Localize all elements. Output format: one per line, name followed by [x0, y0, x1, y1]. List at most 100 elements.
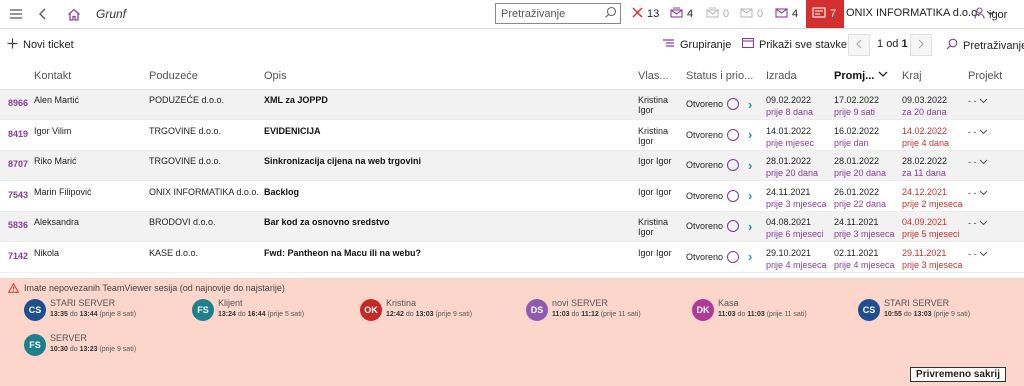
status-cell: Otvoreno ›	[686, 159, 752, 172]
modified-date-value: 02.11.2021	[834, 247, 879, 258]
table-row[interactable]: 8966 Alen Martić PODUZEĆE d.o.o. XML za …	[0, 90, 1024, 120]
previous-page-button[interactable]	[848, 34, 870, 56]
next-page-button[interactable]	[910, 34, 932, 56]
teamviewer-session[interactable]: DK Kasa 11:03 do 11:03 (prije 11 sati)	[692, 298, 807, 321]
counter-mail[interactable]: 0	[740, 0, 763, 28]
home-icon[interactable]	[66, 0, 82, 28]
ticket-description[interactable]: XML za JOPPD	[264, 95, 328, 105]
counter-mail-open-empty[interactable]: 0	[706, 0, 729, 28]
company-selector[interactable]: ONIX INFORMATIKA d.o.o.	[846, 7, 995, 19]
contact-name: Igor Vilim	[34, 125, 72, 136]
column-poduzece[interactable]: Poduzeće	[149, 70, 198, 82]
ticket-id[interactable]: 8966	[8, 98, 28, 108]
created-date: 28.01.2022 prije 20 dana	[766, 155, 818, 179]
priority-circle-icon[interactable]	[727, 98, 740, 110]
project-selector[interactable]: - -	[968, 127, 988, 137]
global-search[interactable]	[495, 3, 621, 24]
status-cell: Otvoreno ›	[686, 98, 752, 111]
counter-mail-unread[interactable]: 4	[775, 0, 798, 28]
priority-circle-icon[interactable]	[727, 250, 740, 263]
session-from: 11:03	[718, 311, 736, 318]
table-row[interactable]: 7142 Nikola KASE d.o.o. Fwd: Pantheon na…	[0, 243, 1024, 273]
page-current: 1	[877, 38, 884, 50]
back-arrow-icon[interactable]	[36, 0, 50, 28]
modified-date: 16.02.2022 prije dan	[834, 125, 879, 149]
chevron-down-icon	[979, 96, 988, 106]
priority-circle-icon[interactable]	[727, 128, 740, 141]
avatar: FS	[24, 334, 46, 356]
counter-mail-open[interactable]: 4	[670, 0, 693, 28]
project-selector[interactable]: - -	[968, 188, 988, 198]
counter-closed[interactable]: 13	[632, 0, 659, 28]
banner-title: Imate nepovezanih TeamViewer sesija (od …	[24, 283, 285, 293]
global-search-input[interactable]	[496, 4, 600, 23]
column-kraj[interactable]: Kraj	[902, 70, 922, 82]
ticket-id[interactable]: 8707	[8, 159, 28, 169]
hide-temporarily-button[interactable]: Privremeno sakrij	[910, 367, 1006, 382]
teamviewer-session[interactable]: CS STARI SERVER 13:35 do 13:44 (prije 8 …	[24, 298, 136, 321]
column-vlasnik[interactable]: Vlas...	[638, 70, 669, 82]
counter-alert[interactable]: 7	[806, 0, 845, 28]
column-izrada[interactable]: Izrada	[766, 70, 797, 82]
ticket-id[interactable]: 5836	[8, 220, 28, 230]
teamviewer-session[interactable]: DS novi SERVER 11:03 do 11:12 (prije 11 …	[526, 298, 641, 321]
teamviewer-session[interactable]: OK Kristina 12:42 do 13:03 (prije 9 sati…	[360, 298, 472, 321]
created-date-relative: prije 8 dana	[766, 107, 814, 117]
column-opis[interactable]: Opis	[264, 70, 287, 82]
teamviewer-session[interactable]: FS SERVER 10:30 do 13:23 (prije 9 sati)	[24, 333, 136, 356]
chevron-right-icon[interactable]: ›	[748, 98, 752, 111]
session-ago: (prije 9 sati)	[435, 311, 473, 318]
table-row[interactable]: 7543 Marin Filipović ONIX INFORMATIKA d.…	[0, 182, 1024, 212]
show-all-button[interactable]: Prikaži sve stavke	[741, 37, 847, 51]
ticket-description[interactable]: Backlog	[264, 187, 299, 197]
created-date: 09.02.2022 prije 8 dana	[766, 94, 813, 118]
table-row[interactable]: 8707 Riko Marić TRGOVINE d.o.o. Sinkroni…	[0, 151, 1024, 181]
session-to: 16:44	[247, 311, 266, 318]
sort-chevron-down-icon[interactable]	[878, 69, 888, 81]
project-selector[interactable]: - -	[968, 249, 988, 259]
group-icon	[662, 38, 675, 51]
session-ago: (prije 8 sati)	[99, 311, 137, 318]
column-promjena[interactable]: Promj...	[834, 70, 874, 82]
chevron-right-icon[interactable]: ›	[748, 189, 752, 202]
session-time: 13:35 do 13:44 (prije 8 sati)	[50, 309, 136, 320]
hamburger-menu-icon[interactable]	[6, 0, 26, 28]
priority-circle-icon[interactable]	[727, 159, 740, 171]
table-row[interactable]: 5836 Aleksandra BRODOVI d.o.o. Bar kod z…	[0, 212, 1024, 242]
ticket-description[interactable]: EVIDENICIJA	[264, 126, 321, 136]
toolbar-search-button[interactable]: Pretraživanje	[946, 38, 1024, 53]
chevron-down-icon	[979, 127, 988, 137]
owner: Kristina Igor	[638, 125, 669, 146]
teamviewer-session[interactable]: CS STARI SERVER 10:55 do 13:03 (prije 9 …	[858, 298, 970, 321]
group-button[interactable]: Grupiranje	[662, 38, 731, 51]
chevron-right-icon[interactable]: ›	[748, 220, 752, 233]
ticket-id[interactable]: 7543	[8, 190, 28, 200]
project-selector[interactable]: - -	[968, 157, 988, 167]
session-to: 11:12	[581, 311, 599, 318]
ticket-id[interactable]: 8419	[8, 129, 28, 139]
chevron-right-icon[interactable]: ›	[748, 128, 752, 141]
chevron-right-icon[interactable]: ›	[748, 159, 752, 172]
ticket-description[interactable]: Sinkronizacija cijena na web trgovini	[264, 156, 421, 166]
table-row[interactable]: 8419 Igor Vilim TRGOVINE d.o.o. EVIDENIC…	[0, 121, 1024, 151]
column-projekt[interactable]: Projekt	[968, 70, 1002, 82]
ticket-description[interactable]: Fwd: Pantheon na Macu ili na webu?	[264, 248, 421, 258]
user-menu[interactable]: igor	[974, 7, 1007, 22]
column-kontakt[interactable]: Kontakt	[34, 70, 71, 82]
close-icon	[632, 7, 643, 21]
created-date-value: 14.01.2022	[766, 125, 812, 136]
end-date-relative: prije 2 mjeseca	[902, 198, 963, 209]
search-icon[interactable]	[604, 6, 617, 22]
counter-mail-value: 0	[757, 8, 764, 20]
end-date-value: 04.09.2021	[902, 217, 948, 227]
ticket-description[interactable]: Bar kod za osnovno sredstvo	[264, 217, 390, 227]
project-selector[interactable]: - -	[968, 218, 988, 228]
new-ticket-button[interactable]: Novi ticket	[7, 38, 74, 52]
teamviewer-session[interactable]: FS Klijent 13:24 do 16:44 (prije 5 sati)	[192, 298, 304, 321]
column-status[interactable]: Status i prio...	[686, 70, 753, 82]
priority-circle-icon[interactable]	[727, 220, 740, 232]
project-selector[interactable]: - -	[968, 96, 988, 106]
priority-circle-icon[interactable]	[727, 189, 740, 202]
ticket-id[interactable]: 7142	[8, 251, 28, 261]
chevron-right-icon[interactable]: ›	[748, 250, 752, 263]
